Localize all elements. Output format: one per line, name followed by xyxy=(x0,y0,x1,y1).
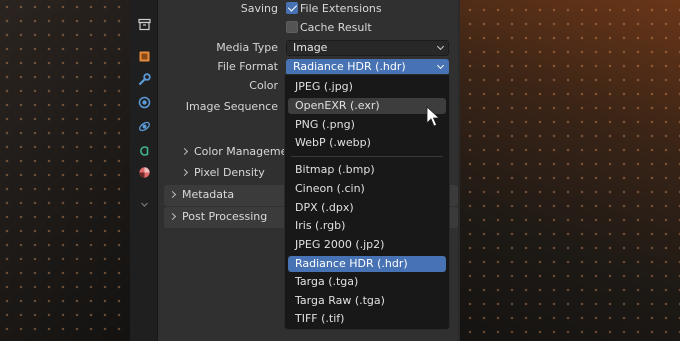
cache-result-checkbox[interactable] xyxy=(286,21,298,33)
mouse-cursor-icon xyxy=(426,106,441,127)
particles-icon[interactable] xyxy=(136,94,152,110)
chevron-down-icon xyxy=(436,42,445,51)
metadata-label: Metadata xyxy=(182,188,235,201)
file-format-label: File Format xyxy=(217,60,278,73)
physics-icon[interactable] xyxy=(136,118,152,134)
saving-label: Saving xyxy=(240,2,278,15)
archive-icon[interactable] xyxy=(136,16,152,32)
menu-item-webp[interactable]: WebP (.webp) xyxy=(288,135,446,151)
color-management-panel-header[interactable]: Color Management xyxy=(180,142,299,162)
image-sequence-label: Image Sequence xyxy=(185,100,278,113)
properties-tab-strip xyxy=(130,0,158,341)
wrench-icon[interactable] xyxy=(136,71,152,87)
chevron-right-icon xyxy=(168,190,177,199)
media-type-label: Media Type xyxy=(216,41,278,54)
media-type-dropdown[interactable]: Image xyxy=(286,40,449,56)
menu-item-tiff[interactable]: TIFF (.tif) xyxy=(288,311,446,327)
menu-item-targa[interactable]: Targa (.tga) xyxy=(288,274,446,290)
menu-item-jpeg-2000[interactable]: JPEG 2000 (.jp2) xyxy=(288,237,446,253)
file-format-dropdown[interactable]: Radiance HDR (.hdr) xyxy=(286,59,449,75)
chevron-down-icon[interactable] xyxy=(136,196,152,212)
chevron-right-icon xyxy=(180,168,189,177)
media-type-value: Image xyxy=(293,41,328,54)
material-icon[interactable] xyxy=(136,164,152,180)
color-management-label: Color Management xyxy=(194,145,299,158)
chevron-right-icon xyxy=(180,147,189,156)
menu-item-jpeg[interactable]: JPEG (.jpg) xyxy=(288,79,446,95)
menu-separator xyxy=(291,156,443,157)
chevron-down-icon xyxy=(436,61,445,70)
menu-item-iris[interactable]: Iris (.rgb) xyxy=(288,218,446,234)
file-extensions-label[interactable]: File Extensions xyxy=(300,2,382,15)
pixel-density-label: Pixel Density xyxy=(194,166,265,179)
menu-item-bitmap[interactable]: Bitmap (.bmp) xyxy=(288,162,446,178)
post-processing-label: Post Processing xyxy=(182,210,268,223)
background-right xyxy=(460,0,680,341)
menu-item-dpx[interactable]: DPX (.dpx) xyxy=(288,200,446,216)
menu-item-targa-raw[interactable]: Targa Raw (.tga) xyxy=(288,293,446,309)
menu-item-openexr[interactable]: OpenEXR (.exr) xyxy=(288,98,446,114)
menu-item-radiance-hdr[interactable]: Radiance HDR (.hdr) xyxy=(288,256,446,272)
menu-item-png[interactable]: PNG (.png) xyxy=(288,117,446,133)
file-extensions-checkbox[interactable] xyxy=(286,2,298,14)
color-label: Color xyxy=(249,79,278,92)
metadata-panel-header[interactable]: Metadata xyxy=(168,185,234,205)
file-format-value: Radiance HDR (.hdr) xyxy=(293,60,406,73)
post-processing-panel-header[interactable]: Post Processing xyxy=(168,207,267,227)
background-left xyxy=(0,0,130,341)
chevron-right-icon xyxy=(168,212,177,221)
cache-result-label[interactable]: Cache Result xyxy=(300,21,372,34)
pixel-density-panel-header[interactable]: Pixel Density xyxy=(180,163,265,183)
menu-item-cineon[interactable]: Cineon (.cin) xyxy=(288,181,446,197)
object-icon[interactable] xyxy=(136,48,152,64)
constraints-icon[interactable] xyxy=(136,142,152,158)
